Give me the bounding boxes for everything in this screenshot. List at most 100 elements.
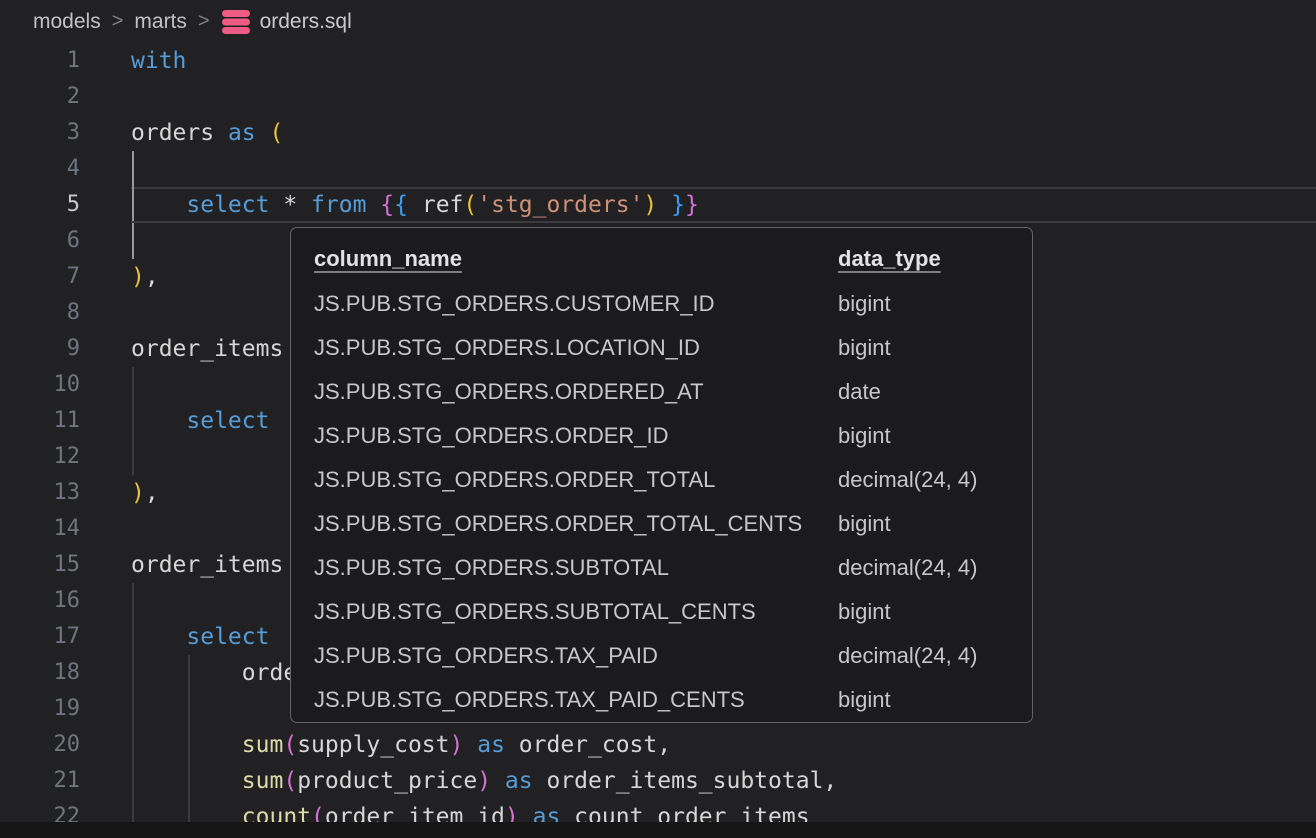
line-number[interactable]: 20 bbox=[0, 727, 80, 763]
popup-header-row: column_namedata_type bbox=[314, 236, 1022, 282]
line-number[interactable]: 14 bbox=[0, 511, 80, 547]
line-number[interactable]: 10 bbox=[0, 367, 80, 403]
code-line[interactable]: 5 select * from {{ ref('stg_orders') }} bbox=[0, 187, 1316, 223]
line-number[interactable]: 1 bbox=[0, 43, 80, 79]
breadcrumb-item-models[interactable]: models bbox=[33, 10, 101, 34]
code-token: ( bbox=[283, 732, 297, 758]
code-line[interactable]: 21 sum(product_price) as order_items_sub… bbox=[0, 763, 1316, 799]
code-token: sum bbox=[242, 732, 284, 758]
column-row: JS.PUB.STG_ORDERS.ORDER_TOTALdecimal(24,… bbox=[314, 458, 1022, 502]
database-icon bbox=[221, 9, 251, 35]
indent-guide bbox=[132, 691, 134, 727]
column-name-cell: JS.PUB.STG_ORDERS.ORDER_TOTAL_CENTS bbox=[314, 511, 838, 537]
code-token: select bbox=[186, 408, 269, 434]
code-line-text: with bbox=[131, 43, 186, 79]
code-token: { bbox=[380, 192, 394, 218]
code-line[interactable]: 3 orders as ( bbox=[0, 115, 1316, 151]
code-token: as bbox=[505, 768, 533, 794]
code-token: from bbox=[311, 192, 366, 218]
line-number[interactable]: 9 bbox=[0, 331, 80, 367]
breadcrumb-item-marts[interactable]: marts bbox=[134, 10, 187, 34]
popup-header-data-type: data_type bbox=[838, 246, 941, 271]
code-token bbox=[131, 732, 242, 758]
code-token: select bbox=[186, 192, 269, 218]
indent-guide bbox=[132, 439, 134, 475]
column-row: JS.PUB.STG_ORDERS.SUBTOTAL_CENTSbigint bbox=[314, 590, 1022, 634]
code-token: supply_cost bbox=[297, 732, 449, 758]
column-name-cell: JS.PUB.STG_ORDERS.ORDER_TOTAL bbox=[314, 467, 838, 493]
code-editor-window: models > marts > orders.sql 1 with 23 order… bbox=[0, 0, 1316, 838]
code-line-text: select * from {{ ref('stg_orders') }} bbox=[131, 187, 699, 223]
code-token: ref bbox=[408, 192, 463, 218]
indent-guide bbox=[132, 367, 134, 403]
line-number[interactable]: 19 bbox=[0, 691, 80, 727]
line-number[interactable]: 5 bbox=[0, 187, 80, 223]
code-token: , bbox=[145, 264, 159, 290]
breadcrumb-file-name: orders.sql bbox=[260, 10, 352, 34]
indent-guide bbox=[132, 223, 134, 259]
data-type-cell: decimal(24, 4) bbox=[838, 467, 1022, 493]
code-token: with bbox=[131, 48, 186, 74]
code-token: order_cost, bbox=[505, 732, 671, 758]
line-number[interactable]: 7 bbox=[0, 259, 80, 295]
line-number[interactable]: 17 bbox=[0, 619, 80, 655]
code-token bbox=[366, 192, 380, 218]
code-token: , bbox=[145, 480, 159, 506]
code-line-text: select bbox=[131, 403, 269, 439]
breadcrumb-file[interactable]: orders.sql bbox=[221, 9, 352, 35]
line-number[interactable]: 13 bbox=[0, 475, 80, 511]
data-type-cell: decimal(24, 4) bbox=[838, 555, 1022, 581]
column-row: JS.PUB.STG_ORDERS.SUBTOTALdecimal(24, 4) bbox=[314, 546, 1022, 590]
line-number[interactable]: 16 bbox=[0, 583, 80, 619]
code-token: ( bbox=[270, 120, 284, 146]
data-type-cell: decimal(24, 4) bbox=[838, 643, 1022, 669]
code-token bbox=[131, 408, 186, 434]
line-number[interactable]: 8 bbox=[0, 295, 80, 331]
data-type-cell: bigint bbox=[838, 291, 1022, 317]
line-number[interactable]: 3 bbox=[0, 115, 80, 151]
line-number[interactable]: 12 bbox=[0, 439, 80, 475]
column-hover-popup: column_namedata_type JS.PUB.STG_ORDERS.CU… bbox=[290, 227, 1033, 723]
code-line[interactable]: 1 with bbox=[0, 43, 1316, 79]
line-number[interactable]: 15 bbox=[0, 547, 80, 583]
code-token bbox=[131, 624, 186, 650]
code-line[interactable]: 2 bbox=[0, 79, 1316, 115]
indent-guide bbox=[132, 151, 134, 187]
code-line-text: orders as ( bbox=[131, 115, 283, 151]
code-token: { bbox=[394, 192, 408, 218]
line-number[interactable]: 4 bbox=[0, 151, 80, 187]
code-line-text: sum(supply_cost) as order_cost, bbox=[131, 727, 671, 763]
breadcrumb-chevron-icon: > bbox=[198, 10, 210, 33]
data-type-cell: bigint bbox=[838, 599, 1022, 625]
line-number[interactable]: 21 bbox=[0, 763, 80, 799]
breadcrumb: models > marts > orders.sql bbox=[0, 0, 1316, 43]
code-token bbox=[657, 192, 671, 218]
code-token bbox=[131, 768, 242, 794]
column-name-cell: JS.PUB.STG_ORDERS.CUSTOMER_ID bbox=[314, 291, 838, 317]
bottom-panel-edge bbox=[0, 822, 1316, 838]
line-number[interactable]: 6 bbox=[0, 223, 80, 259]
data-type-cell: date bbox=[838, 379, 1022, 405]
code-token: orders bbox=[131, 120, 228, 146]
code-token: ) bbox=[477, 768, 491, 794]
column-row: JS.PUB.STG_ORDERS.LOCATION_IDbigint bbox=[314, 326, 1022, 370]
code-line[interactable]: 20 sum(supply_cost) as order_cost, bbox=[0, 727, 1316, 763]
code-token: } bbox=[671, 192, 685, 218]
breadcrumb-chevron-icon: > bbox=[112, 10, 124, 33]
code-line-text: order_items bbox=[131, 547, 283, 583]
code-token: as bbox=[477, 732, 505, 758]
data-type-cell: bigint bbox=[838, 335, 1022, 361]
code-token: as bbox=[228, 120, 256, 146]
line-number[interactable]: 2 bbox=[0, 79, 80, 115]
indent-guide bbox=[132, 583, 134, 619]
column-row: JS.PUB.STG_ORDERS.TAX_PAIDdecimal(24, 4) bbox=[314, 634, 1022, 678]
line-number[interactable]: 18 bbox=[0, 655, 80, 691]
code-token: } bbox=[685, 192, 699, 218]
column-name-cell: JS.PUB.STG_ORDERS.SUBTOTAL bbox=[314, 555, 838, 581]
code-line-text: ), bbox=[131, 259, 159, 295]
code-line-text: ), bbox=[131, 475, 159, 511]
column-row: JS.PUB.STG_ORDERS.TAX_PAID_CENTSbigint bbox=[314, 678, 1022, 722]
line-number[interactable]: 11 bbox=[0, 403, 80, 439]
column-name-cell: JS.PUB.STG_ORDERS.TAX_PAID bbox=[314, 643, 838, 669]
code-line[interactable]: 4 bbox=[0, 151, 1316, 187]
